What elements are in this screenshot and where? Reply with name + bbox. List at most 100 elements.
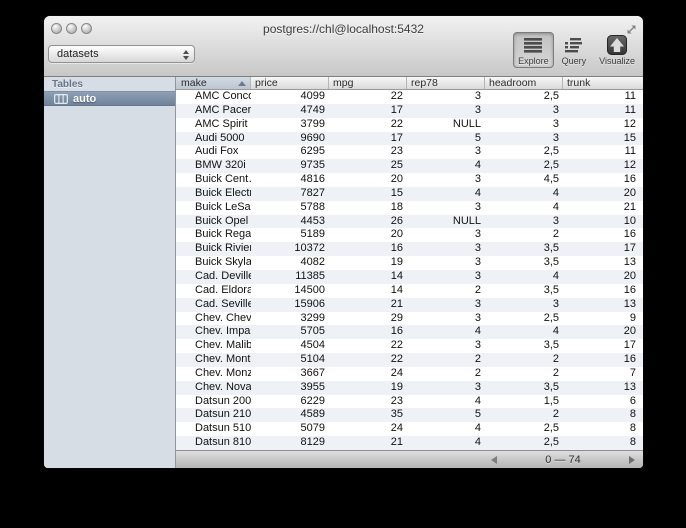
table-cell[interactable]: Chev. Chev…: [176, 312, 251, 326]
table-row[interactable]: Datsun 81081292142,58: [176, 436, 643, 450]
table-cell[interactable]: 7827: [251, 187, 329, 201]
table-cell[interactable]: 11: [563, 104, 642, 118]
table-row[interactable]: Buick Opel445326NULL310: [176, 215, 643, 229]
table-cell[interactable]: 3,5: [485, 339, 563, 353]
table-cell[interactable]: 22: [329, 118, 407, 132]
table-cell[interactable]: 10: [563, 215, 642, 229]
table-cell[interactable]: 4816: [251, 173, 329, 187]
table-cell[interactable]: Datsun 510: [176, 422, 251, 436]
table-cell[interactable]: 17: [563, 242, 642, 256]
table-row[interactable]: Chev. Malibu45042233,517: [176, 339, 643, 353]
table-cell[interactable]: 4: [407, 422, 485, 436]
next-page-button[interactable]: [629, 456, 635, 464]
table-cell[interactable]: 20: [563, 325, 642, 339]
table-cell[interactable]: 19: [329, 256, 407, 270]
table-cell[interactable]: 5104: [251, 353, 329, 367]
table-cell[interactable]: Cad. Seville: [176, 298, 251, 312]
table-cell[interactable]: 9: [563, 312, 642, 326]
table-cell[interactable]: 3: [407, 339, 485, 353]
table-cell[interactable]: 5: [407, 132, 485, 146]
table-row[interactable]: Buick Skylark40821933,513: [176, 256, 643, 270]
table-cell[interactable]: 19: [329, 381, 407, 395]
table-cell[interactable]: 3: [407, 104, 485, 118]
table-row[interactable]: Buick Electra7827154420: [176, 187, 643, 201]
table-cell[interactable]: Buick Cent…: [176, 173, 251, 187]
table-cell[interactable]: 3,5: [485, 381, 563, 395]
table-cell[interactable]: 11: [563, 145, 642, 159]
explore-button[interactable]: Explore: [513, 32, 554, 68]
table-cell[interactable]: 5189: [251, 228, 329, 242]
table-cell[interactable]: 4: [407, 395, 485, 409]
table-row[interactable]: AMC Spirit379922NULL312: [176, 118, 643, 132]
table-cell[interactable]: 4: [485, 187, 563, 201]
table-cell[interactable]: 3: [485, 118, 563, 132]
table-cell[interactable]: 4749: [251, 104, 329, 118]
table-cell[interactable]: Datsun 210: [176, 408, 251, 422]
table-row[interactable]: Buick Cent…48162034,516: [176, 173, 643, 187]
table-cell[interactable]: NULL: [407, 118, 485, 132]
column-header-price[interactable]: price: [251, 77, 329, 89]
table-row[interactable]: Chev. Chev…32992932,59: [176, 312, 643, 326]
table-cell[interactable]: 7: [563, 367, 642, 381]
table-cell[interactable]: 3: [485, 132, 563, 146]
table-cell[interactable]: 2,5: [485, 145, 563, 159]
table-cell[interactable]: 23: [329, 395, 407, 409]
table-cell[interactable]: 5: [407, 408, 485, 422]
table-cell[interactable]: 22: [329, 353, 407, 367]
table-cell[interactable]: 18: [329, 201, 407, 215]
table-cell[interactable]: 23: [329, 145, 407, 159]
table-cell[interactable]: 4: [407, 159, 485, 173]
table-cell[interactable]: 35: [329, 408, 407, 422]
close-button[interactable]: [51, 23, 62, 34]
table-cell[interactable]: 4504: [251, 339, 329, 353]
table-row[interactable]: BMW 320i97352542,512: [176, 159, 643, 173]
table-cell[interactable]: Chev. Monza: [176, 367, 251, 381]
table-cell[interactable]: 3: [407, 256, 485, 270]
table-cell[interactable]: 2: [485, 228, 563, 242]
table-cell[interactable]: 2,5: [485, 159, 563, 173]
table-cell[interactable]: 1,5: [485, 395, 563, 409]
table-cell[interactable]: 6295: [251, 145, 329, 159]
table-cell[interactable]: 24: [329, 367, 407, 381]
table-cell[interactable]: 4099: [251, 90, 329, 104]
table-cell[interactable]: 16: [563, 228, 642, 242]
table-cell[interactable]: 3: [407, 201, 485, 215]
table-row[interactable]: Datsun 51050792442,58: [176, 422, 643, 436]
table-cell[interactable]: 4: [485, 270, 563, 284]
table-cell[interactable]: Audi Fox: [176, 145, 251, 159]
table-cell[interactable]: 20: [563, 270, 642, 284]
table-cell[interactable]: 4: [485, 201, 563, 215]
table-cell[interactable]: 29: [329, 312, 407, 326]
table-cell[interactable]: 4453: [251, 215, 329, 229]
table-cell[interactable]: Buick LeSa…: [176, 201, 251, 215]
table-cell[interactable]: 2,5: [485, 90, 563, 104]
table-cell[interactable]: 3: [407, 270, 485, 284]
table-cell[interactable]: 3: [407, 145, 485, 159]
table-cell[interactable]: 5705: [251, 325, 329, 339]
table-row[interactable]: Cad. Eldora…145001423,516: [176, 284, 643, 298]
table-cell[interactable]: 3299: [251, 312, 329, 326]
table-row[interactable]: Buick Riviera103721633,517: [176, 242, 643, 256]
table-cell[interactable]: 20: [329, 228, 407, 242]
table-cell[interactable]: 3667: [251, 367, 329, 381]
table-cell[interactable]: AMC Spirit: [176, 118, 251, 132]
visualize-button[interactable]: Visualize: [594, 32, 640, 68]
table-cell[interactable]: 3: [485, 298, 563, 312]
table-cell[interactable]: 3: [485, 104, 563, 118]
table-row[interactable]: Audi Fox62952332,511: [176, 145, 643, 159]
table-cell[interactable]: 3955: [251, 381, 329, 395]
table-cell[interactable]: 4: [407, 187, 485, 201]
sidebar-item-auto[interactable]: auto: [44, 91, 175, 106]
table-row[interactable]: Cad. Seville15906213313: [176, 298, 643, 312]
table-cell[interactable]: 2: [407, 367, 485, 381]
column-header-make[interactable]: make: [176, 77, 251, 89]
table-cell[interactable]: 4: [407, 325, 485, 339]
table-cell[interactable]: 3: [407, 312, 485, 326]
table-cell[interactable]: 3,5: [485, 284, 563, 298]
table-cell[interactable]: 15: [563, 132, 642, 146]
table-cell[interactable]: Buick Regal: [176, 228, 251, 242]
table-cell[interactable]: 14: [329, 270, 407, 284]
table-cell[interactable]: 13: [563, 298, 642, 312]
query-button[interactable]: Query: [557, 32, 592, 68]
table-cell[interactable]: Cad. Eldora…: [176, 284, 251, 298]
